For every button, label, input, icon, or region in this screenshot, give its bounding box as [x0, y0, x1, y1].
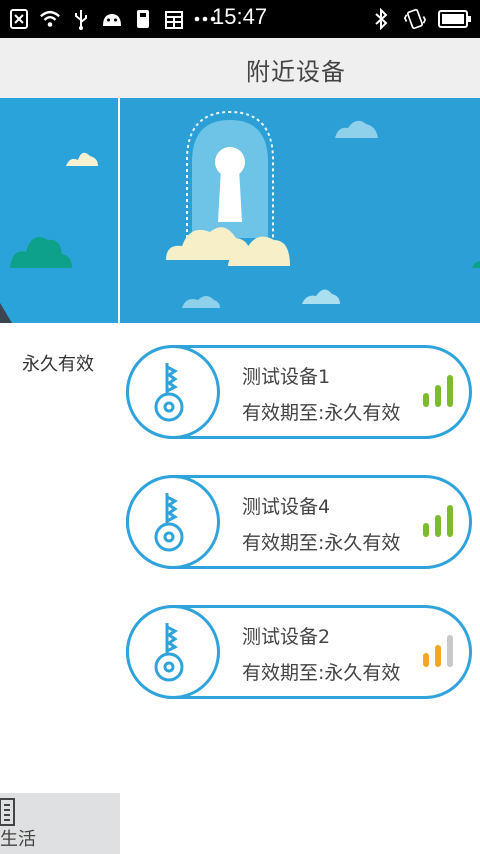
title-bar: 附近设备: [0, 38, 480, 98]
key-icon: [126, 605, 220, 699]
key-icon: [126, 475, 220, 569]
status-bar: 15:47: [0, 0, 480, 38]
filter-permanent[interactable]: 永久有效: [22, 350, 94, 376]
android-icon: [101, 8, 123, 30]
status-icons-left: [8, 8, 216, 30]
cloud-icon: [66, 152, 98, 166]
battery-icon: [438, 8, 472, 30]
device-card[interactable]: 测试设备2 有效期至:永久有效: [126, 605, 472, 699]
tab-life-label: 生活: [0, 829, 36, 850]
wifi-icon: [39, 8, 61, 30]
vibrate-icon: [404, 8, 426, 30]
device-validity: 有效期至:永久有效: [242, 662, 401, 684]
device-card[interactable]: 测试设备1 有效期至:永久有效: [126, 345, 472, 439]
status-time: 15:47: [212, 4, 268, 29]
device-validity: 有效期至:永久有效: [242, 532, 401, 554]
signal-strength-icon: [423, 375, 453, 407]
device-name: 测试设备1: [242, 366, 331, 388]
device-card[interactable]: 测试设备4 有效期至:永久有效: [126, 475, 472, 569]
banner-left[interactable]: [0, 98, 118, 323]
tree-icon: [10, 236, 72, 268]
usb-icon: [70, 8, 92, 30]
cloud-icon: [182, 296, 220, 308]
cloud-icon: [335, 120, 378, 138]
device-name: 测试设备2: [242, 626, 331, 648]
bluetooth-icon: [370, 8, 392, 30]
signal-strength-icon: [423, 505, 453, 537]
key-icon: [126, 345, 220, 439]
device-name: 测试设备4: [242, 496, 331, 518]
tab-life[interactable]: 生活: [0, 793, 120, 854]
keyhole-door-icon: [186, 110, 274, 238]
banner-main[interactable]: [120, 98, 480, 323]
status-icons-right: [370, 8, 472, 30]
close-box-icon: [8, 8, 30, 30]
signal-strength-icon: [423, 635, 453, 667]
cloud-icon: [302, 289, 340, 304]
calendar-icon: [163, 8, 185, 30]
page-title: 附近设备: [246, 58, 346, 86]
sim-icon: [132, 8, 154, 30]
device-validity: 有效期至:永久有效: [242, 402, 401, 424]
